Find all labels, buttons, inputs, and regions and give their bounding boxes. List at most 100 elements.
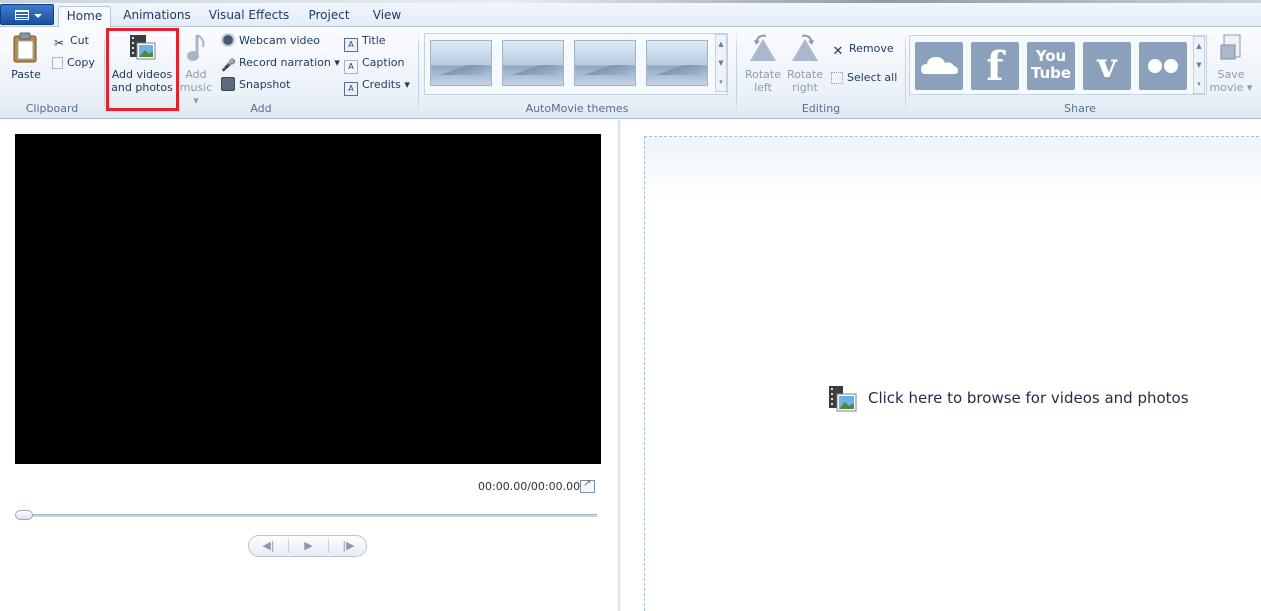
chevron-down-icon[interactable]: ▼ — [1194, 56, 1204, 75]
chevron-up-icon[interactable]: ▲ — [716, 35, 726, 54]
tab-home[interactable]: Home — [58, 6, 111, 28]
microphone-icon: 🎤 — [221, 58, 236, 72]
cut-button[interactable]: ✂ Cut — [52, 32, 89, 50]
select-all-label: Select all — [847, 71, 898, 84]
previous-frame-icon[interactable]: ◀| — [249, 536, 288, 556]
tab-animations[interactable]: Animations — [118, 6, 196, 27]
credits-icon: A — [344, 82, 358, 96]
expand-gallery-icon[interactable]: ▾ — [1194, 75, 1204, 94]
caption-label: Caption — [362, 56, 405, 69]
theme-thumbnail[interactable] — [574, 40, 636, 86]
pane-splitter[interactable] — [618, 120, 621, 611]
chevron-down-icon: ▾ — [404, 78, 410, 91]
webcam-video-button[interactable]: Webcam video — [221, 32, 320, 50]
copy-label: Copy — [67, 56, 95, 69]
play-icon[interactable]: ▶ — [289, 536, 328, 556]
themes-scroll[interactable]: ▲ ▼ ▾ — [715, 34, 727, 92]
webcam-video-label: Webcam video — [239, 34, 321, 47]
editing-group-label: Editing — [801, 102, 841, 115]
remove-button[interactable]: ✕ Remove — [831, 40, 894, 59]
caption-icon: A — [344, 60, 358, 74]
playback-controls: ◀| ▶ |▶ — [248, 535, 367, 557]
rotate-left-label-line2: left — [754, 81, 772, 94]
ribbon-home: Paste ✂ Cut Copy Clipboard Add videos and… — [0, 27, 1261, 119]
chevron-down-icon[interactable]: ▼ — [716, 54, 726, 73]
share-group-label: Share — [1064, 102, 1096, 115]
title-label: Title — [362, 34, 386, 47]
storyboard-pane[interactable] — [644, 136, 1261, 611]
chevron-up-icon[interactable]: ▲ — [1194, 37, 1204, 56]
cut-label: Cut — [70, 34, 89, 47]
onedrive-icon[interactable] — [915, 42, 963, 90]
playback-timecode: 00:00.00/00:00.00 — [478, 480, 581, 493]
facebook-icon[interactable]: f — [971, 42, 1019, 90]
select-all-icon — [831, 72, 843, 84]
tab-view[interactable]: View — [364, 6, 410, 27]
seek-bar[interactable] — [16, 514, 597, 517]
rotate-left-button[interactable]: Rotate left — [744, 31, 782, 94]
save-movie-label-line2: movie ▾ — [1209, 81, 1253, 94]
flickr-icon[interactable] — [1139, 42, 1187, 90]
paste-label: Paste — [11, 68, 41, 81]
expand-gallery-icon[interactable]: ▾ — [716, 73, 726, 92]
rotate-right-label-line2: right — [792, 81, 818, 94]
preview-monitor — [15, 134, 601, 464]
chevron-down-icon: ▾ — [334, 56, 340, 69]
scissors-icon: ✂ — [53, 36, 65, 50]
close-icon: ✕ — [832, 44, 844, 59]
title-icon: A — [344, 38, 358, 52]
save-movie-label-line1: Save — [1217, 68, 1245, 81]
movie-maker-window: Home Animations Visual Effects Project V… — [0, 0, 1261, 611]
credits-button[interactable]: A Credits ▾ — [344, 76, 410, 96]
save-movie-button[interactable]: Save movie ▾ — [1209, 31, 1253, 94]
snapshot-label: Snapshot — [239, 78, 291, 91]
seek-thumb[interactable] — [15, 510, 33, 520]
browse-media-link[interactable]: Click here to browse for videos and phot… — [828, 384, 1189, 412]
copy-button[interactable]: Copy — [52, 54, 95, 72]
camera-icon — [221, 77, 235, 91]
application-menu-button[interactable] — [0, 4, 54, 25]
next-frame-icon[interactable]: |▶ — [329, 536, 368, 556]
menu-icon — [15, 10, 29, 20]
tab-project[interactable]: Project — [302, 6, 356, 27]
group-separator — [104, 31, 105, 115]
theme-thumbnail[interactable] — [430, 40, 492, 86]
youtube-text-line2: Tube — [1030, 64, 1072, 82]
youtube-text-line1: You — [1035, 47, 1067, 65]
webcam-icon — [221, 33, 235, 47]
share-scroll[interactable]: ▲ ▼ ▾ — [1193, 36, 1205, 94]
highlight-box — [106, 28, 179, 111]
theme-thumbnail[interactable] — [646, 40, 708, 86]
paste-icon — [13, 32, 37, 63]
snapshot-button[interactable]: Snapshot — [221, 76, 290, 94]
title-button[interactable]: A Title — [344, 32, 386, 52]
rotate-right-icon — [792, 34, 818, 61]
fullscreen-icon[interactable] — [580, 478, 595, 493]
chevron-down-icon — [34, 14, 42, 18]
credits-label: Credits — [362, 78, 401, 91]
theme-thumbnail[interactable] — [502, 40, 564, 86]
rotate-left-label-line1: Rotate — [744, 68, 781, 81]
remove-label: Remove — [849, 42, 894, 55]
record-narration-button[interactable]: 🎤 Record narration ▾ — [221, 54, 340, 72]
film-photo-icon — [829, 385, 857, 411]
rotate-right-button[interactable]: Rotate right — [786, 31, 824, 94]
group-separator — [736, 31, 737, 115]
rotate-left-icon — [750, 34, 776, 61]
paste-button[interactable]: Paste — [6, 31, 46, 81]
automovie-themes-group-label: AutoMovie themes — [525, 102, 629, 115]
vimeo-icon[interactable]: v — [1083, 42, 1131, 90]
rotate-right-label-line1: Rotate — [786, 68, 823, 81]
ribbon-tab-bar: Home Animations Visual Effects Project V… — [0, 0, 1261, 28]
add-music-button[interactable]: Add music ▾ — [178, 31, 214, 107]
clipboard-group-label: Clipboard — [25, 102, 79, 115]
group-separator — [418, 31, 419, 115]
copy-icon — [52, 57, 63, 69]
music-note-icon — [187, 34, 205, 61]
tab-visual-effects[interactable]: Visual Effects — [204, 6, 294, 27]
save-movie-icon — [1220, 34, 1241, 60]
caption-button[interactable]: A Caption — [344, 54, 405, 74]
group-separator — [905, 31, 906, 115]
youtube-icon[interactable]: You Tube — [1027, 42, 1075, 90]
select-all-button[interactable]: Select all — [831, 69, 897, 87]
